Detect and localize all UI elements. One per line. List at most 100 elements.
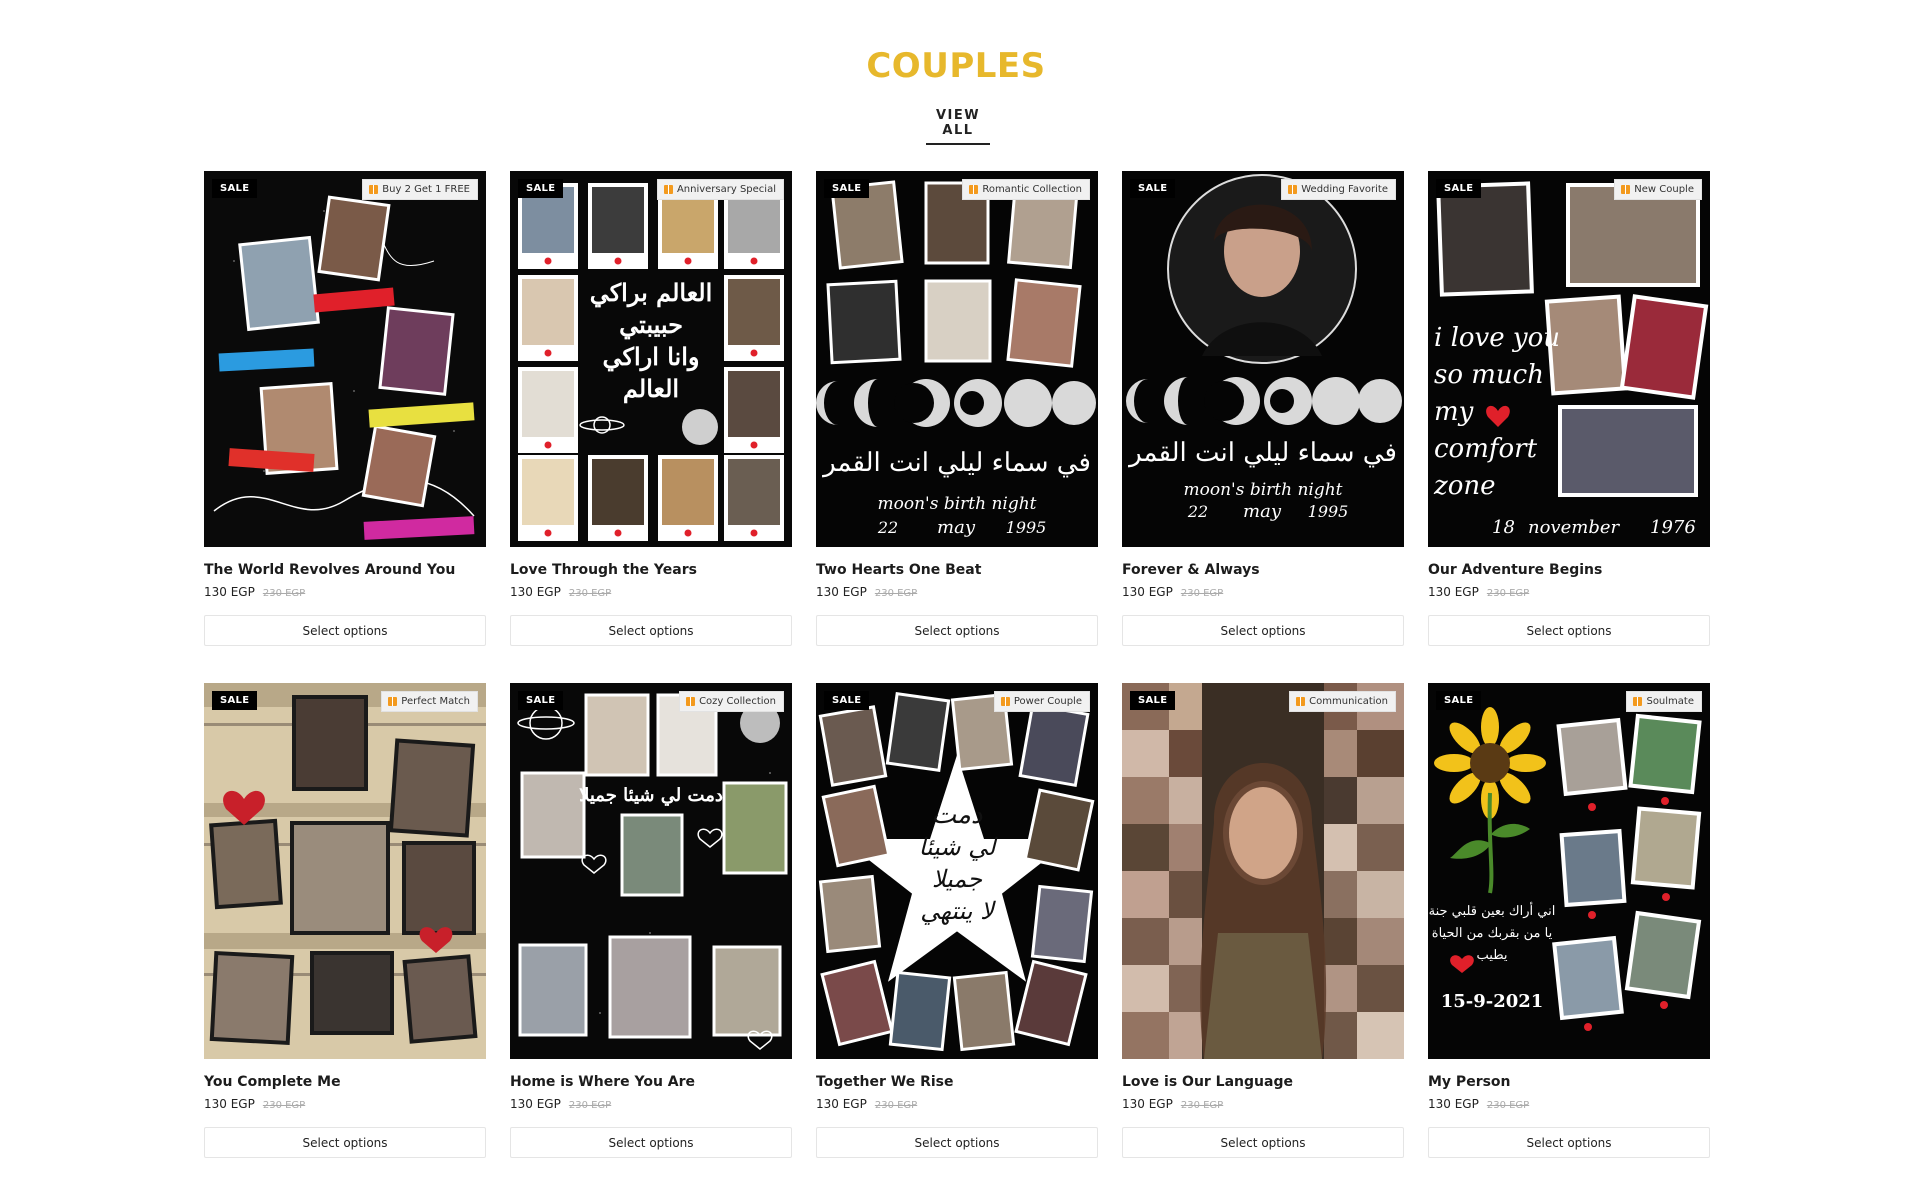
- select-options-button[interactable]: Select options: [816, 1127, 1098, 1158]
- art-line: 1995: [1006, 518, 1047, 537]
- art-line: دمت: [931, 800, 982, 830]
- product-card: SALE Perfect Match You Complete Me 130 E…: [204, 683, 486, 1158]
- product-card: SALE Communication Love is Our Language …: [1122, 683, 1404, 1158]
- polaroid-grid-artwork: العالم براكي حبيبتي وانا اراكي العالم: [510, 171, 792, 547]
- price-row: 130 EGP 230 EGP: [510, 585, 792, 599]
- select-options-button[interactable]: Select options: [510, 615, 792, 646]
- product-title[interactable]: Home is Where You Are: [510, 1074, 792, 1090]
- select-options-button[interactable]: Select options: [204, 1127, 486, 1158]
- product-title[interactable]: My Person: [1428, 1074, 1710, 1090]
- section-title: COUPLES: [866, 46, 1046, 86]
- art-line: i love you: [1434, 323, 1560, 353]
- promo-ribbon: Romantic Collection: [962, 179, 1090, 200]
- original-price: 230 EGP: [874, 588, 918, 599]
- original-price: 230 EGP: [1180, 588, 1224, 599]
- price-row: 130 EGP 230 EGP: [1428, 1097, 1710, 1111]
- select-options-button[interactable]: Select options: [510, 1127, 792, 1158]
- art-line: 1995: [1308, 502, 1349, 521]
- ribbon-label: Romantic Collection: [982, 184, 1082, 195]
- sale-badge: SALE: [212, 691, 258, 710]
- gift-icon: [686, 697, 696, 706]
- sale-price: 130 EGP: [204, 585, 255, 599]
- sale-badge: SALE: [212, 179, 258, 198]
- product-card: العالم براكي حبيبتي وانا اراكي العالم SA…: [510, 171, 792, 646]
- select-options-button[interactable]: Select options: [1428, 1127, 1710, 1158]
- sale-badge: SALE: [824, 179, 870, 198]
- art-line: دمت لي شيئا جميلا: [579, 785, 723, 806]
- promo-ribbon: Soulmate: [1626, 691, 1702, 712]
- promo-ribbon: Cozy Collection: [679, 691, 784, 712]
- sale-badge: SALE: [1436, 179, 1482, 198]
- product-card: في سماء ليلي انت القمر moon's birth nigh…: [816, 171, 1098, 646]
- original-price: 230 EGP: [1486, 588, 1530, 599]
- sale-badge: SALE: [1130, 179, 1176, 198]
- product-title[interactable]: You Complete Me: [204, 1074, 486, 1090]
- product-card: دمت لي شيئا جميلا لا ينتهي SALE Power Co…: [816, 683, 1098, 1158]
- art-line: لا ينتهي: [920, 897, 996, 925]
- product-title[interactable]: Our Adventure Begins: [1428, 562, 1710, 578]
- ribbon-label: Communication: [1309, 696, 1388, 707]
- ribbon-label: Anniversary Special: [676, 184, 776, 195]
- product-image[interactable]: في سماء ليلي انت القمر moon's birth nigh…: [816, 171, 1098, 547]
- space-doodle-artwork: دمت لي شيئا جميلا: [510, 683, 792, 1059]
- price-row: 130 EGP 230 EGP: [204, 585, 486, 599]
- gift-icon: [369, 185, 379, 194]
- product-image[interactable]: SALE Perfect Match: [204, 683, 486, 1059]
- product-image[interactable]: SALE Communication: [1122, 683, 1404, 1059]
- product-image[interactable]: اني أراك بعين قلبي جنة يا من بقربك من ال…: [1428, 683, 1710, 1059]
- art-line: november: [1528, 517, 1620, 538]
- product-card: دمت لي شيئا جميلا SALE Cozy Collection H…: [510, 683, 792, 1158]
- sale-badge: SALE: [1130, 691, 1176, 710]
- moon-portrait-artwork: في سماء ليلي انت القمر moon's birth nigh…: [1122, 171, 1404, 547]
- select-options-button[interactable]: Select options: [1122, 1127, 1404, 1158]
- product-title[interactable]: Love Through the Years: [510, 562, 792, 578]
- art-line: جميلا: [932, 865, 982, 893]
- select-options-button[interactable]: Select options: [1428, 615, 1710, 646]
- art-line: 22: [877, 518, 898, 537]
- star-frame-artwork: دمت لي شيئا جميلا لا ينتهي: [816, 683, 1098, 1059]
- product-image[interactable]: دمت لي شيئا جميلا SALE Cozy Collection: [510, 683, 792, 1059]
- view-all-link[interactable]: VIEW ALL: [926, 108, 990, 145]
- product-title[interactable]: Love is Our Language: [1122, 1074, 1404, 1090]
- product-card: i love you so much my comfort zone 18 no…: [1428, 171, 1710, 646]
- ribbon-label: Soulmate: [1646, 696, 1694, 707]
- product-image[interactable]: i love you so much my comfort zone 18 no…: [1428, 171, 1710, 547]
- promo-ribbon: Power Couple: [993, 691, 1090, 712]
- sale-price: 130 EGP: [816, 585, 867, 599]
- art-line: العالم براكي: [590, 278, 713, 308]
- art-line: my: [1434, 397, 1474, 427]
- product-title[interactable]: The World Revolves Around You: [204, 562, 486, 578]
- price-row: 130 EGP 230 EGP: [510, 1097, 792, 1111]
- product-grid: SALE Buy 2 Get 1 FREE The World Revolves…: [204, 171, 1712, 1158]
- product-title[interactable]: Together We Rise: [816, 1074, 1098, 1090]
- select-options-button[interactable]: Select options: [816, 615, 1098, 646]
- product-title[interactable]: Two Hearts One Beat: [816, 562, 1098, 578]
- vintage-collage-artwork: [204, 683, 486, 1059]
- gift-icon: [1288, 185, 1298, 194]
- art-line: 1976: [1650, 517, 1696, 538]
- art-line: comfort: [1434, 434, 1538, 464]
- price-row: 130 EGP 230 EGP: [204, 1097, 486, 1111]
- product-image[interactable]: SALE Buy 2 Get 1 FREE: [204, 171, 486, 547]
- price-row: 130 EGP 230 EGP: [816, 585, 1098, 599]
- art-line: في سماء ليلي انت القمر: [1127, 438, 1397, 468]
- select-options-button[interactable]: Select options: [204, 615, 486, 646]
- promo-ribbon: Communication: [1289, 691, 1396, 712]
- art-line: moon's birth night: [877, 494, 1036, 514]
- gift-icon: [388, 697, 398, 706]
- sale-price: 130 EGP: [1428, 585, 1479, 599]
- sale-price: 130 EGP: [1122, 1097, 1173, 1111]
- art-line: اني أراك بعين قلبي جنة: [1429, 902, 1556, 919]
- art-line: so much: [1434, 360, 1544, 390]
- original-price: 230 EGP: [262, 1100, 306, 1111]
- select-options-button[interactable]: Select options: [1122, 615, 1404, 646]
- sale-badge: SALE: [824, 691, 870, 710]
- product-image[interactable]: في سماء ليلي انت القمر moon's birth nigh…: [1122, 171, 1404, 547]
- art-line: 15-9-2021: [1441, 991, 1544, 1012]
- product-image[interactable]: العالم براكي حبيبتي وانا اراكي العالم SA…: [510, 171, 792, 547]
- price-row: 130 EGP 230 EGP: [816, 1097, 1098, 1111]
- product-image[interactable]: دمت لي شيئا جميلا لا ينتهي SALE Power Co…: [816, 683, 1098, 1059]
- original-price: 230 EGP: [262, 588, 306, 599]
- ribbon-label: New Couple: [1634, 184, 1694, 195]
- product-title[interactable]: Forever & Always: [1122, 562, 1404, 578]
